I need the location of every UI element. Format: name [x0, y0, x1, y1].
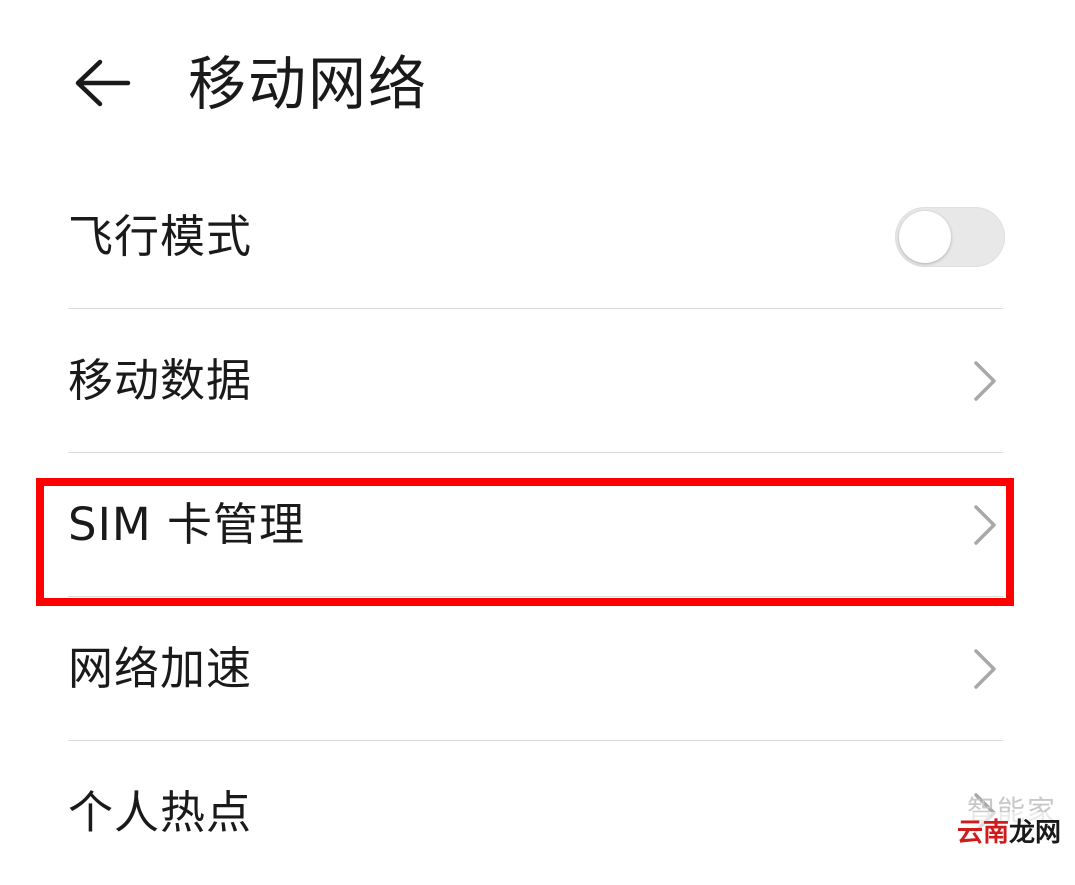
- row-label: 移动数据: [68, 354, 253, 407]
- page-title: 移动网络: [188, 50, 429, 118]
- arrow-left-icon: [75, 59, 131, 107]
- row-label: SIM 卡管理: [68, 498, 305, 551]
- row-label: 个人热点: [68, 786, 253, 839]
- chevron-right-icon: [974, 649, 996, 689]
- back-button[interactable]: [62, 48, 142, 118]
- chevron-right-icon: [974, 361, 996, 401]
- watermark-red-text: 云南: [956, 818, 1009, 848]
- row-network-acceleration[interactable]: 网络加速: [0, 597, 1075, 741]
- row-personal-hotspot[interactable]: 个人热点: [0, 741, 1075, 885]
- watermark: 智能家 云南龙网: [915, 789, 1065, 849]
- row-airplane-mode[interactable]: 飞行模式: [0, 165, 1075, 309]
- chevron-right-icon: [974, 505, 996, 545]
- watermark-main-text: 云南龙网: [956, 812, 1061, 849]
- airplane-mode-toggle[interactable]: [895, 207, 1005, 267]
- watermark-dark-text: 龙网: [1008, 818, 1061, 848]
- row-mobile-data[interactable]: 移动数据: [0, 309, 1075, 453]
- app-header: 移动网络: [0, 0, 1075, 165]
- row-label: 飞行模式: [68, 210, 253, 263]
- row-label: 网络加速: [68, 642, 253, 695]
- row-sim-card-management[interactable]: SIM 卡管理: [0, 453, 1075, 597]
- toggle-knob: [899, 211, 951, 263]
